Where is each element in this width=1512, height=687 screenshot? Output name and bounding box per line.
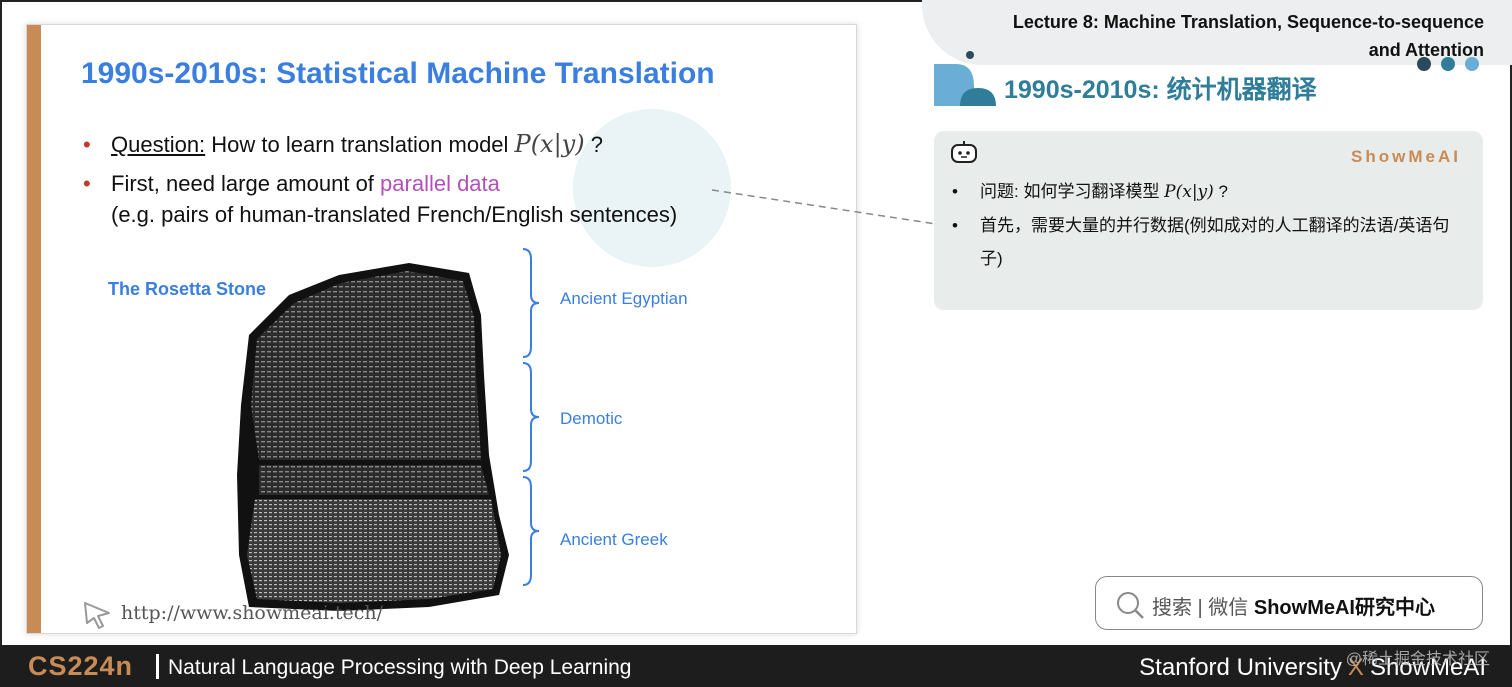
parallel-example: (e.g. pairs of human-translated French/E… bbox=[111, 202, 678, 227]
note-item1-math: P(x|y) bbox=[1164, 182, 1214, 202]
cn-title: 1990s-2010s: 统计机器翻译 bbox=[1004, 76, 1317, 104]
bracket-demotic bbox=[521, 361, 541, 473]
footer-bar: CS224n Natural Language Processing with … bbox=[0, 645, 1512, 687]
cursor-logo-icon bbox=[84, 602, 110, 629]
note-item-parallel: 首先，需要大量的并行数据(例如成对的人工翻译的法语/英语句子) bbox=[952, 209, 1472, 275]
slide-bullets: Question: How to learn translation model… bbox=[83, 129, 677, 238]
url-text: http://www.showmeai.tech/ bbox=[121, 602, 384, 624]
parallel-text: First, need large amount of bbox=[111, 171, 381, 196]
search-brand: ShowMeAI bbox=[1253, 597, 1355, 619]
search-label: 搜索 | 微信 bbox=[1152, 597, 1249, 619]
bullet-question: Question: How to learn translation model… bbox=[83, 129, 677, 160]
note-item-question: 问题: 如何学习翻译模型 P(x|y) ? bbox=[952, 175, 1472, 209]
cn-heading: 1990s-2010s: 统计机器翻译 bbox=[934, 50, 1454, 108]
lecture-title-line1: Lecture 8: Machine Translation, Sequence… bbox=[1012, 12, 1484, 32]
slide-title: 1990s-2010s: Statistical Machine Transla… bbox=[81, 57, 715, 90]
note-brand: ShowMeAI bbox=[1351, 147, 1461, 166]
label-demotic: Demotic bbox=[560, 409, 623, 428]
course-name: Natural Language Processing with Deep Le… bbox=[168, 656, 632, 679]
note-card: ShowMeAI 问题: 如何学习翻译模型 P(x|y) ? 首先，需要大量的并… bbox=[934, 131, 1483, 310]
search-suffix: 研究中心 bbox=[1355, 597, 1435, 619]
juejin-watermark: @稀土掘金技术社区 bbox=[1345, 651, 1490, 668]
parallel-highlight: parallel data bbox=[380, 171, 500, 196]
note-list: 问题: 如何学习翻译模型 P(x|y) ? 首先，需要大量的并行数据(例如成对的… bbox=[952, 175, 1472, 275]
question-tail: ? bbox=[584, 132, 603, 157]
showmeai-url[interactable]: http://www.showmeai.tech/ bbox=[81, 599, 383, 629]
search-wechat-box[interactable]: 搜索 | 微信 ShowMeAI研究中心 bbox=[1095, 576, 1483, 630]
note-item1-text: 问题: 如何学习翻译模型 bbox=[980, 182, 1165, 201]
search-icon bbox=[1117, 592, 1144, 619]
course-code: CS224n bbox=[28, 651, 134, 681]
bracket-ancient-greek bbox=[521, 475, 541, 587]
heading-decoration-icon bbox=[934, 51, 996, 106]
robot-icon bbox=[951, 141, 977, 163]
slide-accent-bar bbox=[27, 25, 41, 633]
question-text: How to learn translation model bbox=[205, 132, 515, 157]
rosetta-stone-image bbox=[237, 263, 509, 611]
question-math: P(x|y) bbox=[514, 130, 585, 158]
bullet-parallel-data: First, need large amount of parallel dat… bbox=[83, 168, 677, 230]
label-ancient-egyptian: Ancient Egyptian bbox=[560, 289, 688, 308]
note-item1-tail: ? bbox=[1213, 182, 1228, 201]
slide: 1990s-2010s: Statistical Machine Transla… bbox=[26, 24, 857, 634]
bracket-ancient-egyptian bbox=[521, 247, 541, 359]
dot-3 bbox=[1465, 57, 1479, 71]
search-text: 搜索 | 微信 ShowMeAI研究中心 bbox=[1152, 591, 1435, 620]
footer-stanford: Stanford University bbox=[1139, 654, 1342, 681]
question-label: Question: bbox=[111, 132, 206, 157]
footer-separator bbox=[156, 654, 159, 679]
label-ancient-greek: Ancient Greek bbox=[560, 530, 668, 549]
